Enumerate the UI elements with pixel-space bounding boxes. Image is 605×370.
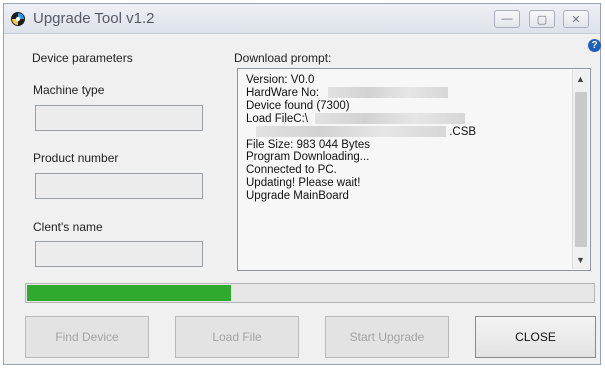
scroll-down-icon[interactable]: ▼ [576,255,585,265]
progress-fill [27,285,231,301]
help-icon[interactable]: ? [588,39,601,52]
log-text: Version: V0.0 HardWare No: Device found … [246,74,568,266]
client-name-field[interactable] [35,241,203,267]
upgrade-tool-window: Upgrade Tool v1.2 — ▢ ✕ ? Device paramet… [3,3,601,365]
maximize-icon: ▢ [536,13,548,26]
start-upgrade-button[interactable]: Start Upgrade [325,316,449,358]
minimize-icon: — [501,13,513,25]
log-line-connected: Connected to PC. [246,164,337,177]
product-number-field[interactable] [35,173,203,199]
log-line-load-file: Load FileC:\ [246,113,568,126]
hardware-label: HardWare No: [246,86,320,99]
window-title: Upgrade Tool v1.2 [33,10,155,27]
log-line-hardware: HardWare No: [246,87,568,100]
upgrade-progress-bar [25,283,595,303]
log-line-file-name: .CSB [246,126,568,139]
log-line-file-size: File Size: 983 044 Bytes [246,138,371,151]
download-prompt-label: Download prompt: [234,51,332,65]
load-file-label: Load FileC:\ [246,112,309,125]
maximize-button[interactable]: ▢ [529,10,555,28]
redacted-file-name [256,126,446,138]
device-parameters-heading: Device parameters [32,51,133,65]
scroll-thumb[interactable] [575,92,587,247]
download-prompt-log[interactable]: Version: V0.0 HardWare No: Device found … [237,68,591,271]
redacted-hardware-number [328,87,449,99]
machine-type-label: Machine type [33,83,105,97]
load-file-button[interactable]: Load File [175,316,299,358]
log-line-program: Program Downloading... [246,151,370,164]
redacted-file-path [315,113,466,125]
file-extension: .CSB [449,125,477,138]
log-scrollbar[interactable]: ▲ ▼ [572,70,589,269]
log-line-updating: Updating! Please wait! [246,177,361,190]
close-icon: ✕ [571,13,581,26]
scroll-up-icon[interactable]: ▲ [576,74,585,84]
close-window-button[interactable]: ✕ [563,10,589,28]
minimize-button[interactable]: — [494,10,520,28]
title-bar[interactable]: Upgrade Tool v1.2 — ▢ ✕ [4,4,600,34]
app-icon [11,12,25,26]
client-name-label: Clent's name [33,220,103,234]
machine-type-field[interactable] [35,105,203,131]
product-number-label: Product number [33,151,119,165]
log-line-version: Version: V0.0 [246,74,315,86]
log-line-device-found: Device found (7300) [246,99,350,112]
find-device-button[interactable]: Find Device [25,316,149,358]
log-line-upgrade: Upgrade MainBoard [246,190,349,203]
close-button[interactable]: CLOSE [475,316,596,358]
